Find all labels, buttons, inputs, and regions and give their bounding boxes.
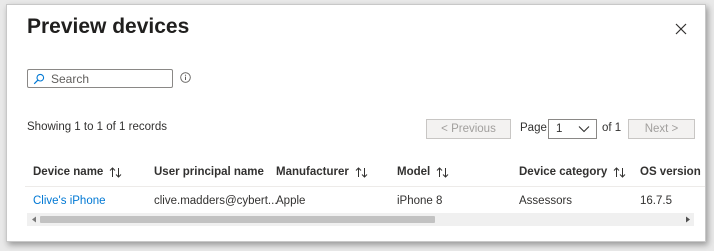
column-header-device-category[interactable]: Device category xyxy=(519,166,626,178)
header-divider xyxy=(25,186,705,187)
scroll-left-arrow-icon[interactable] xyxy=(27,213,40,226)
manufacturer-cell: Apple xyxy=(276,195,306,207)
column-header-os-version[interactable]: OS version xyxy=(640,166,701,178)
dialog-title: Preview devices xyxy=(27,15,190,38)
user-principal-name-cell: clive.madders@cybert... xyxy=(154,195,278,207)
sort-icon xyxy=(355,166,368,178)
scroll-right-arrow-icon[interactable] xyxy=(681,213,694,226)
next-page-button[interactable]: Next > xyxy=(628,119,695,139)
page-label: Page xyxy=(520,122,547,134)
page-dropdown[interactable]: 1 xyxy=(548,119,597,139)
sort-icon xyxy=(613,166,626,178)
device-category-cell: Assessors xyxy=(519,195,573,207)
chevron-down-icon xyxy=(578,125,590,133)
page-count-label: of 1 xyxy=(602,122,622,134)
records-summary: Showing 1 to 1 of 1 records xyxy=(27,121,167,133)
page-dropdown-value: 1 xyxy=(556,123,563,135)
search-icon xyxy=(33,72,47,86)
column-header-manufacturer[interactable]: Manufacturer xyxy=(276,166,368,178)
search-input[interactable] xyxy=(47,71,171,86)
sort-icon xyxy=(109,166,122,178)
model-cell: iPhone 8 xyxy=(397,195,443,207)
device-name-link[interactable]: Clive's iPhone xyxy=(33,195,106,207)
os-version-cell: 16.7.5 xyxy=(640,195,672,207)
info-icon[interactable] xyxy=(179,71,191,83)
close-button[interactable] xyxy=(671,19,691,39)
column-header-user-principal-name[interactable]: User principal name xyxy=(154,166,264,178)
previous-page-button[interactable]: < Previous xyxy=(426,119,511,139)
horizontal-scrollbar[interactable] xyxy=(27,213,694,226)
preview-devices-dialog: Preview devices Showing 1 to 1 of 1 reco… xyxy=(6,4,706,242)
column-header-model[interactable]: Model xyxy=(397,166,449,178)
column-header-device-name[interactable]: Device name xyxy=(33,166,122,178)
close-icon xyxy=(675,23,687,35)
search-box[interactable] xyxy=(27,69,173,88)
sort-icon xyxy=(436,166,449,178)
scrollbar-thumb[interactable] xyxy=(40,216,435,223)
